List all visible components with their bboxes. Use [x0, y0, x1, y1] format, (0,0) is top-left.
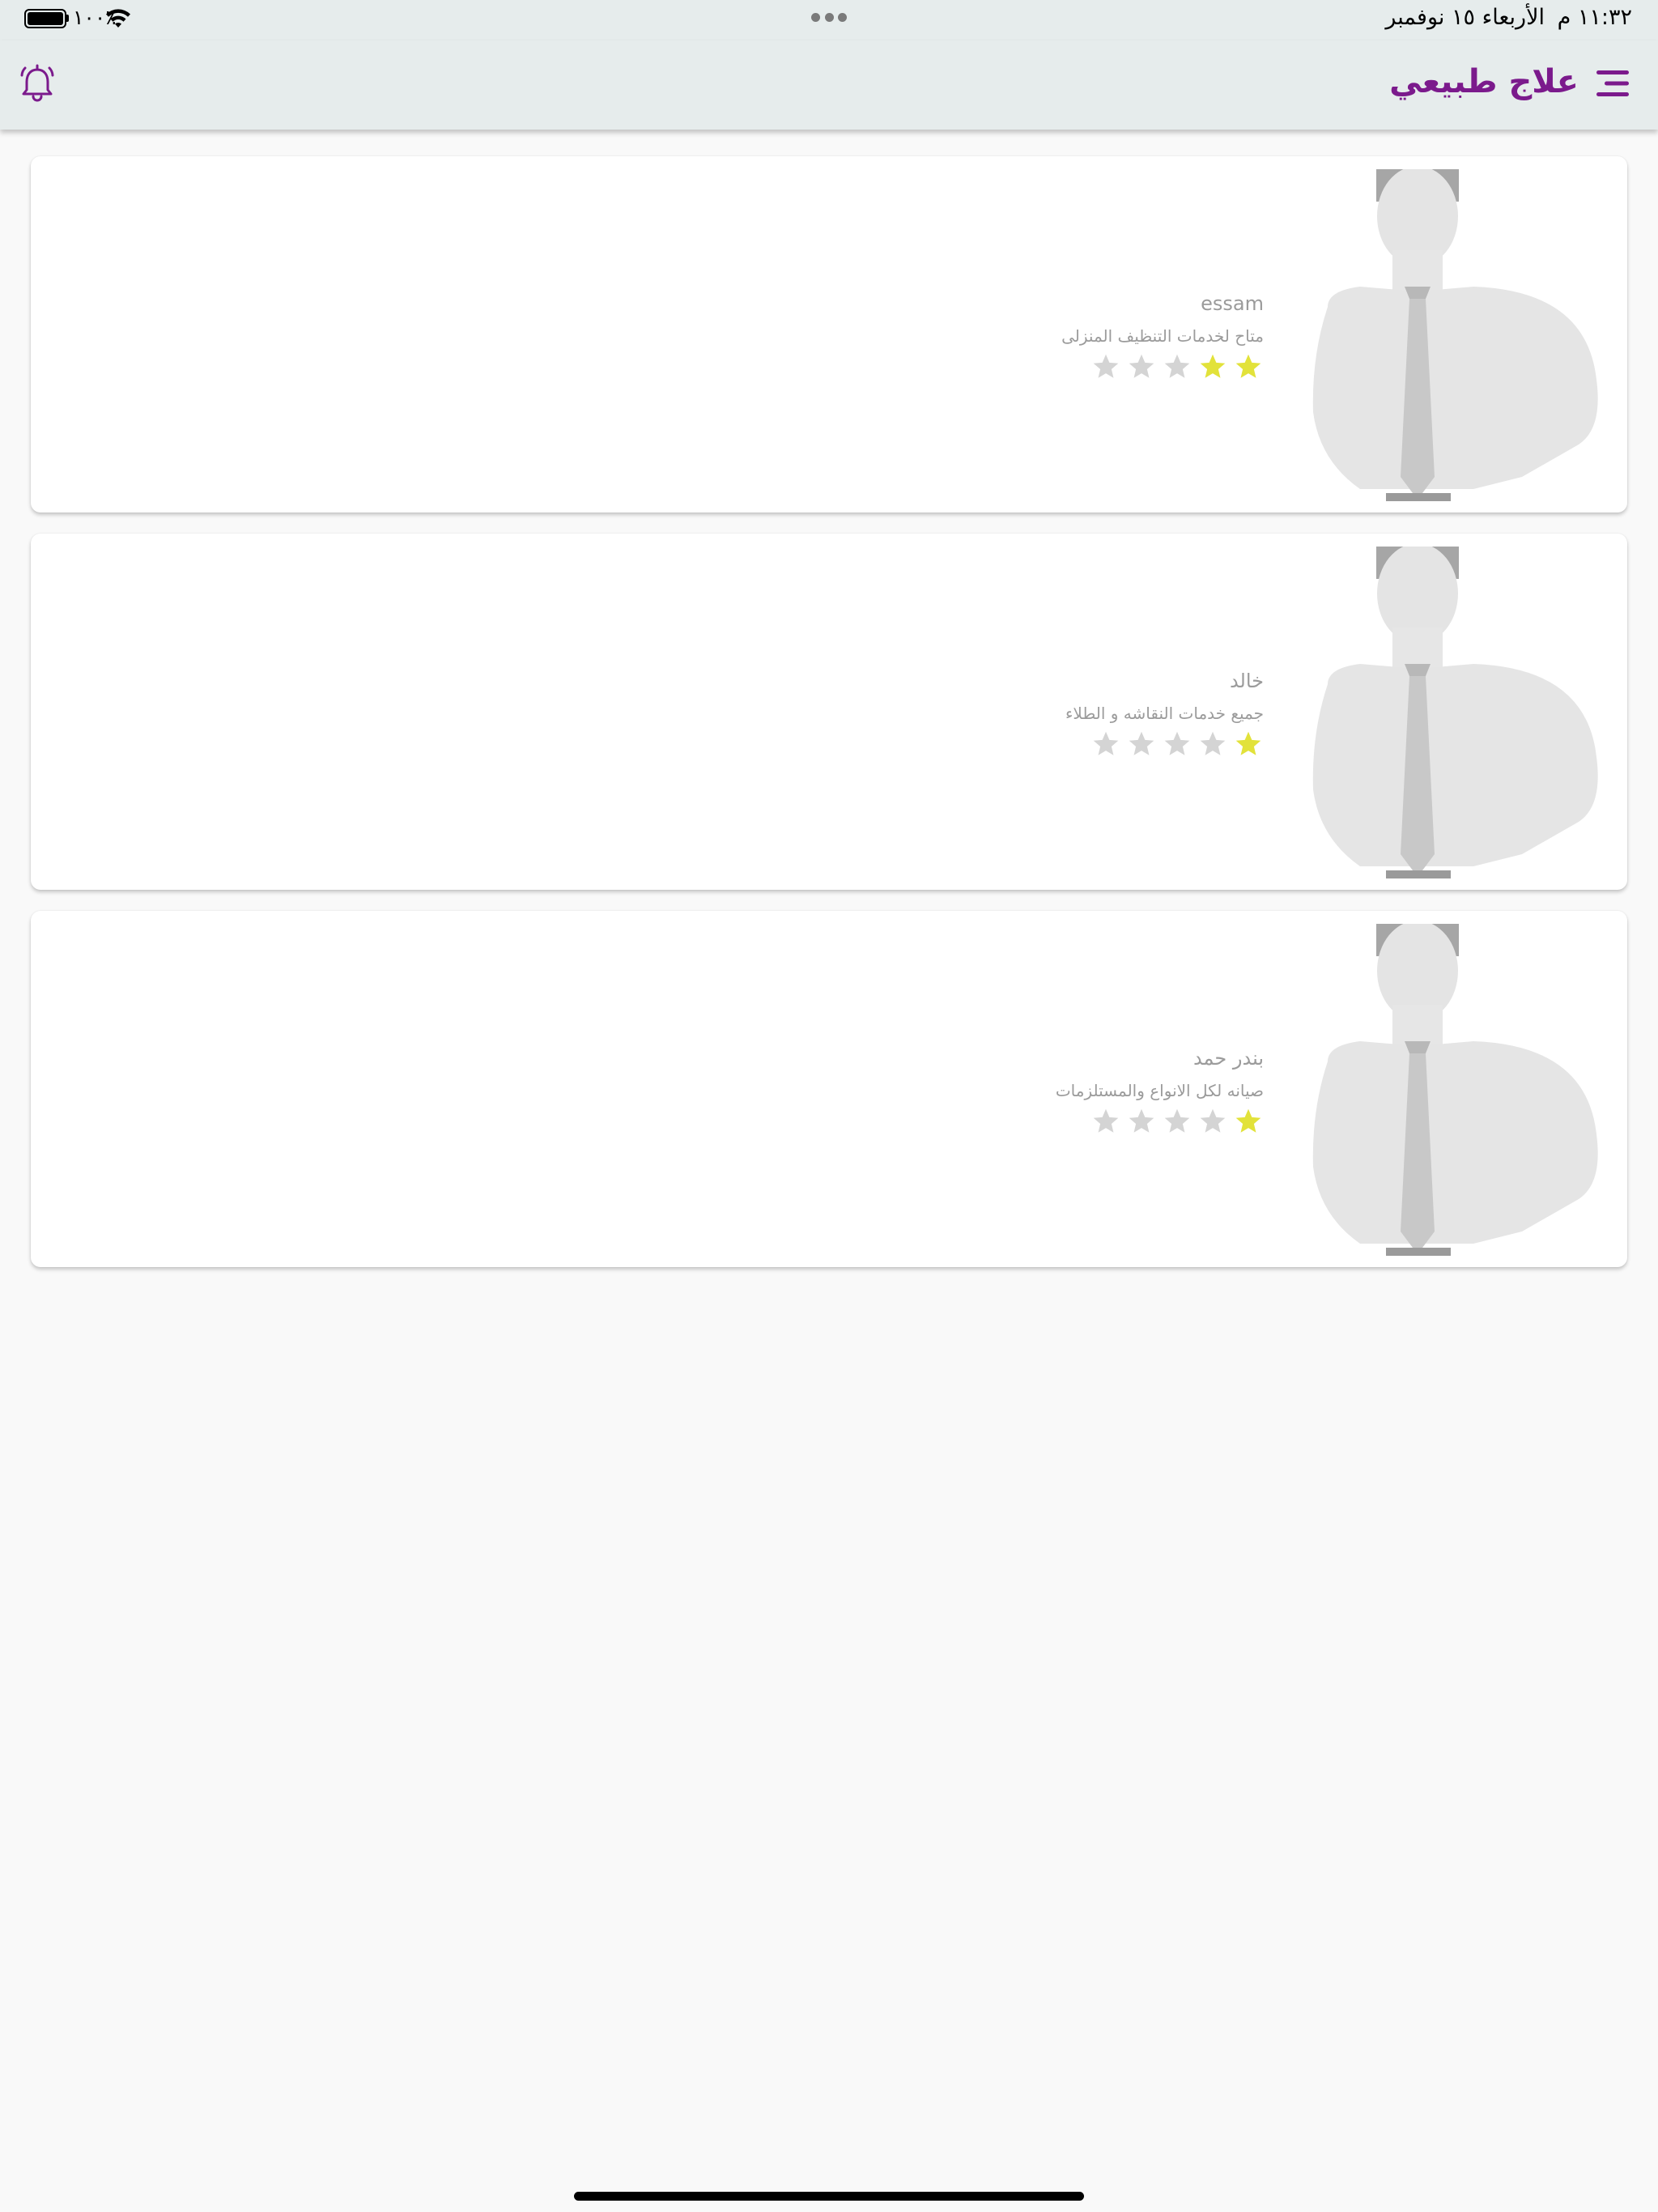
star-empty-icon	[1093, 1108, 1119, 1133]
home-indicator[interactable]	[574, 2192, 1084, 2201]
avatar-placeholder-icon	[1312, 169, 1598, 501]
star-empty-icon	[1129, 354, 1154, 378]
app-header: علاج طبيعي	[0, 40, 1658, 130]
app-screen: ١١:٣٢ م الأربعاء ١٥ نوفمبر ١٠٠٪ علاج طبي…	[0, 0, 1658, 2212]
provider-card[interactable]: essam متاح لخدمات التنظيف المنزلى	[31, 156, 1627, 513]
star-empty-icon	[1129, 1108, 1154, 1133]
battery-tip	[66, 15, 69, 22]
star-empty-icon	[1200, 1108, 1226, 1133]
battery-icon	[24, 9, 66, 28]
star-empty-icon	[1164, 731, 1190, 755]
star-empty-icon	[1129, 731, 1154, 755]
wifi-icon	[106, 9, 130, 28]
provider-description: جميع خدمات النقاشه و الطلاء	[1065, 704, 1264, 723]
star-empty-icon	[1200, 731, 1226, 755]
star-filled-icon	[1235, 354, 1261, 378]
page-title: علاج طبيعي	[1389, 63, 1579, 100]
avatar-placeholder-icon	[1312, 924, 1598, 1256]
star-empty-icon	[1093, 731, 1119, 755]
star-filled-icon	[1200, 354, 1226, 378]
rating-stars	[1085, 352, 1263, 385]
provider-card[interactable]: خالد جميع خدمات النقاشه و الطلاء	[31, 534, 1627, 890]
menu-icon[interactable]	[1596, 69, 1629, 98]
status-bar: ١١:٣٢ م الأربعاء ١٥ نوفمبر ١٠٠٪	[0, 0, 1658, 40]
provider-description: متاح لخدمات التنظيف المنزلى	[1061, 326, 1264, 346]
multitasking-dots-icon[interactable]	[811, 13, 847, 23]
status-time: ١١:٣٢ م	[1557, 5, 1632, 30]
star-empty-icon	[1093, 354, 1119, 378]
provider-name: essam	[1201, 292, 1264, 315]
star-empty-icon	[1164, 1108, 1190, 1133]
bell-icon[interactable]	[19, 63, 55, 104]
star-empty-icon	[1164, 354, 1190, 378]
status-date: الأربعاء ١٥ نوفمبر	[1385, 5, 1545, 30]
provider-name: خالد	[1229, 670, 1264, 692]
star-filled-icon	[1235, 731, 1261, 755]
provider-card[interactable]: بندر حمد صيانه لكل الانواع والمستلزمات	[31, 911, 1627, 1267]
rating-stars	[1085, 730, 1263, 762]
rating-stars	[1085, 1107, 1263, 1139]
provider-name: بندر حمد	[1192, 1047, 1264, 1070]
star-filled-icon	[1235, 1108, 1261, 1133]
provider-description: صيانه لكل الانواع والمستلزمات	[1055, 1081, 1264, 1100]
avatar-placeholder-icon	[1312, 547, 1598, 878]
